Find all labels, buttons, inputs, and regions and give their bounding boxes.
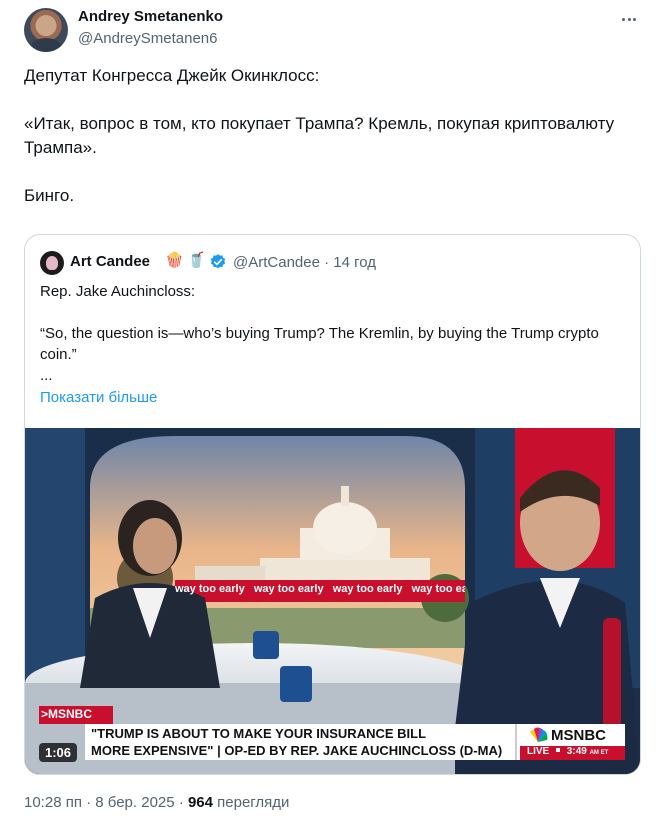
ticker-text-4: way too early: [411, 583, 465, 595]
drink-cup-icon: 🥤: [187, 252, 206, 269]
verified-badge-icon: [210, 254, 226, 269]
views-count: 964: [187, 794, 213, 811]
headline-line-1: "TRUMP IS ABOUT TO MAKE YOUR INSURANCE B…: [91, 726, 427, 741]
quoted-tweet-text: Rep. Jake Auchincloss: “So, the question…: [40, 283, 599, 384]
tweet-meta: 10:28 пп · 8 бер. 2025 · 964 перегляди: [24, 794, 289, 811]
video-ticker: way too early way too early way too earl…: [175, 583, 465, 601]
video-player[interactable]: way too early way too early way too earl…: [25, 428, 640, 774]
popcorn-icon: 🍿: [165, 252, 184, 269]
video-duration: 1:06: [39, 743, 78, 762]
network-tag: >MSNBC: [41, 707, 93, 721]
video-frame: [25, 428, 640, 774]
quoted-tweet[interactable]: Art Candee 🍿 🥤 @ArtCandee · 14 год Rep. …: [24, 234, 641, 775]
live-clock-suffix: AM ET: [589, 750, 609, 756]
author-handle[interactable]: @AndreySmetanen6: [78, 30, 217, 47]
ticker-text-1: way too early: [175, 583, 245, 595]
quoted-author-avatar[interactable]: [40, 251, 64, 275]
quoted-author-handle-time[interactable]: @ArtCandee · 14 год: [233, 254, 376, 271]
live-label: LIVE: [527, 746, 550, 757]
author-name[interactable]: Andrey Smetanenko: [78, 8, 223, 25]
tweet-text: Депутат Конгресса Джейк Окинклосс: «Итак…: [24, 66, 615, 205]
headline-line-2: MORE EXPENSIVE" | OP-ED BY REP. JAKE AUC…: [91, 743, 503, 758]
more-options-icon[interactable]: [618, 8, 640, 30]
tweet-timestamp[interactable]: 10:28 пп · 8 бер. 2025 ·: [24, 794, 188, 811]
views-label: перегляди: [212, 794, 290, 811]
ticker-text-2: way too early: [253, 583, 324, 595]
quoted-author-name[interactable]: Art Candee: [70, 253, 150, 270]
ticker-text-3: way too early: [332, 583, 403, 595]
msnbc-logo: MSNBC: [551, 727, 606, 744]
author-avatar[interactable]: [24, 8, 68, 52]
show-more-link[interactable]: Показати більше: [40, 389, 157, 406]
live-badge: LIVE 3:49 AM ET: [527, 746, 608, 757]
live-clock: 3:49: [566, 746, 587, 757]
